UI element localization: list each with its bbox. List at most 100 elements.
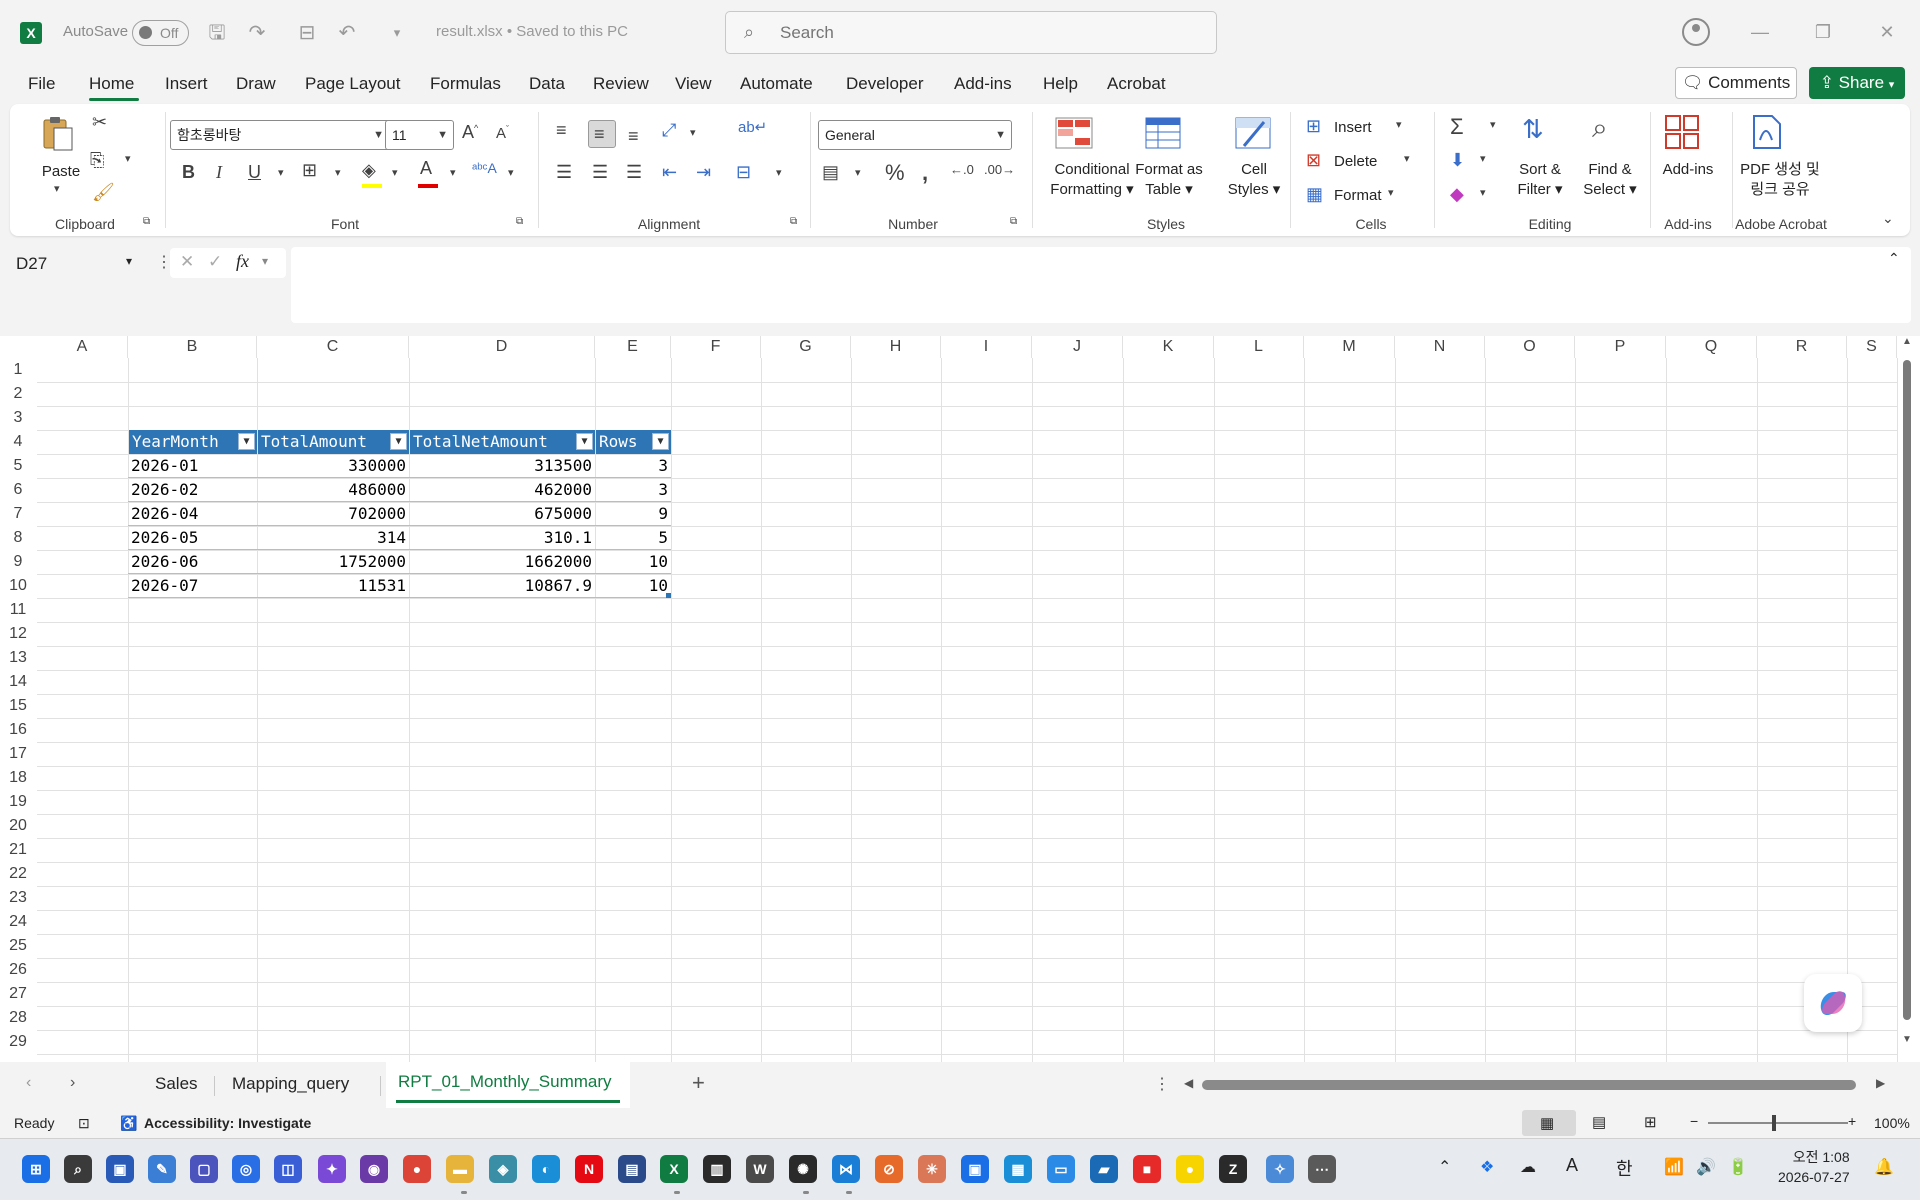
- spreadsheet-grid[interactable]: ABCDEFGHIJKLMNOPQRS 1 2 3 4 5 6 7 8 9 10 11 12 13 14 1…: [0, 336, 1920, 1062]
- zoom-slider-thumb[interactable]: [1772, 1115, 1776, 1131]
- table-cell[interactable]: 675000: [409, 502, 595, 526]
- increase-font-icon[interactable]: A^: [462, 122, 478, 143]
- menu-file[interactable]: File: [28, 74, 55, 94]
- borders-icon[interactable]: ⊞: [302, 160, 317, 181]
- battery-icon[interactable]: 🔋: [1728, 1157, 1748, 1177]
- cell-styles-icon[interactable]: [1234, 116, 1274, 152]
- app-icon[interactable]: ▰: [1090, 1155, 1118, 1183]
- chevron-down-icon[interactable]: ▾: [126, 254, 132, 268]
- insert-cells-label[interactable]: Insert: [1334, 118, 1372, 138]
- insert-cells-icon[interactable]: ⊞: [1306, 116, 1321, 137]
- ime-icon[interactable]: A: [1566, 1155, 1578, 1176]
- table-cell[interactable]: 2026-05: [128, 526, 257, 550]
- row-header-3[interactable]: 3: [0, 406, 36, 430]
- menu-developer[interactable]: Developer: [846, 74, 924, 94]
- row-header-5[interactable]: 5: [0, 454, 36, 478]
- chevron-down-icon[interactable]: ▾: [855, 166, 861, 179]
- table-cell[interactable]: 1752000: [257, 550, 409, 574]
- teams-icon[interactable]: ▢: [190, 1155, 218, 1183]
- insert-function-icon[interactable]: fx: [236, 251, 249, 272]
- format-as-table-label[interactable]: Format as Table ▾: [1134, 160, 1204, 200]
- app-icon[interactable]: ✧: [1266, 1155, 1294, 1183]
- menu-formulas[interactable]: Formulas: [430, 74, 501, 94]
- sheet-tab-rpt-01-monthly-summary[interactable]: RPT_01_Monthly_Summary: [398, 1072, 612, 1092]
- chevron-down-icon[interactable]: ▾: [54, 182, 60, 195]
- notification-icon[interactable]: 🔔: [1874, 1157, 1894, 1177]
- font-name-select[interactable]: 함초롱바탕 ▼: [170, 120, 390, 150]
- filter-dropdown-icon[interactable]: ▼: [576, 433, 593, 450]
- table-header-totalnetamount[interactable]: TotalNetAmount ▼: [410, 430, 595, 454]
- column-header-f[interactable]: F: [671, 336, 761, 358]
- start-icon[interactable]: ⊞: [22, 1155, 50, 1183]
- row-header-9[interactable]: 9: [0, 550, 36, 574]
- vertical-scroll-thumb[interactable]: [1903, 360, 1911, 1020]
- menu-help[interactable]: Help: [1043, 74, 1078, 94]
- table-header-totalamount[interactable]: TotalAmount ▼: [258, 430, 409, 454]
- fill-icon[interactable]: ⬇: [1450, 150, 1465, 171]
- row-header-29[interactable]: 29: [0, 1030, 36, 1054]
- task-view-icon[interactable]: ▣: [106, 1155, 134, 1183]
- search-box[interactable]: ⌕: [725, 11, 1217, 54]
- undo-icon[interactable]: ↶: [334, 20, 360, 46]
- chevron-up-icon[interactable]: ⌃: [1438, 1157, 1451, 1177]
- delete-cells-icon[interactable]: ⊠: [1306, 150, 1321, 171]
- zoom-in-icon[interactable]: +: [1848, 1113, 1856, 1129]
- table-cell[interactable]: 702000: [257, 502, 409, 526]
- next-sheet-icon[interactable]: ›: [70, 1074, 75, 1092]
- column-header-k[interactable]: K: [1123, 336, 1214, 358]
- github-icon[interactable]: ◉: [360, 1155, 388, 1183]
- dialog-launcher-icon[interactable]: ⧉: [790, 216, 797, 227]
- table-cell[interactable]: 5: [595, 526, 671, 550]
- column-header-p[interactable]: P: [1575, 336, 1666, 358]
- row-header-18[interactable]: 18: [0, 766, 36, 790]
- menu-acrobat[interactable]: Acrobat: [1107, 74, 1166, 94]
- menu-data[interactable]: Data: [529, 74, 565, 94]
- table-cell[interactable]: 2026-01: [128, 454, 257, 478]
- table-cell[interactable]: 1662000: [409, 550, 595, 574]
- avatar[interactable]: [1682, 18, 1710, 46]
- table-cell[interactable]: 330000: [257, 454, 409, 478]
- row-header-6[interactable]: 6: [0, 478, 36, 502]
- chevron-down-icon[interactable]: ▾: [508, 166, 514, 179]
- table-cell[interactable]: 2026-04: [128, 502, 257, 526]
- share-button[interactable]: ⇪ Share ▾: [1809, 67, 1905, 99]
- row-header-11[interactable]: 11: [0, 598, 36, 622]
- format-as-table-icon[interactable]: [1144, 116, 1184, 152]
- menu-add-ins[interactable]: Add-ins: [954, 74, 1012, 94]
- claude-icon[interactable]: ✳: [918, 1155, 946, 1183]
- decrease-font-icon[interactable]: Aˇ: [496, 124, 509, 142]
- pdf-icon[interactable]: [1746, 114, 1786, 150]
- clock[interactable]: 오전 1:08 2026-07-27: [1778, 1147, 1850, 1187]
- align-center-icon[interactable]: ☰: [592, 162, 608, 183]
- table-cell[interactable]: 310.1: [409, 526, 595, 550]
- save-icon[interactable]: 🖫: [204, 20, 230, 46]
- scroll-left-icon[interactable]: ◀: [1184, 1076, 1193, 1090]
- volume-icon[interactable]: 🔊: [1696, 1157, 1716, 1177]
- zoom-out-icon[interactable]: −: [1690, 1113, 1698, 1129]
- column-header-g[interactable]: G: [761, 336, 851, 358]
- column-header-a[interactable]: A: [37, 336, 128, 358]
- table-cell[interactable]: 3: [595, 478, 671, 502]
- table-cell[interactable]: 2026-06: [128, 550, 257, 574]
- row-header-7[interactable]: 7: [0, 502, 36, 526]
- accounting-format-icon[interactable]: ▤: [822, 162, 839, 183]
- column-header-b[interactable]: B: [128, 336, 257, 358]
- wifi-icon[interactable]: 📶: [1664, 1157, 1684, 1177]
- column-header-i[interactable]: I: [941, 336, 1032, 358]
- table-cell[interactable]: 2026-02: [128, 478, 257, 502]
- column-header-r[interactable]: R: [1757, 336, 1847, 358]
- table-cell[interactable]: 10867.9: [409, 574, 595, 598]
- table-cell[interactable]: 11531: [257, 574, 409, 598]
- vscode-icon[interactable]: ⋈: [832, 1155, 860, 1183]
- chevron-down-icon[interactable]: ▾: [1480, 186, 1486, 199]
- row-header-27[interactable]: 27: [0, 982, 36, 1006]
- chevron-down-icon[interactable]: ▾: [262, 254, 268, 268]
- formula-input[interactable]: [291, 247, 1911, 323]
- file-explorer-icon[interactable]: ▬: [446, 1155, 474, 1183]
- filter-dropdown-icon[interactable]: ▼: [652, 433, 669, 450]
- app-icon[interactable]: W: [746, 1155, 774, 1183]
- comments-button[interactable]: 🗨 Comments: [1675, 67, 1797, 99]
- copy-icon[interactable]: ⎘: [90, 150, 104, 171]
- row-header-12[interactable]: 12: [0, 622, 36, 646]
- column-header-o[interactable]: O: [1485, 336, 1575, 358]
